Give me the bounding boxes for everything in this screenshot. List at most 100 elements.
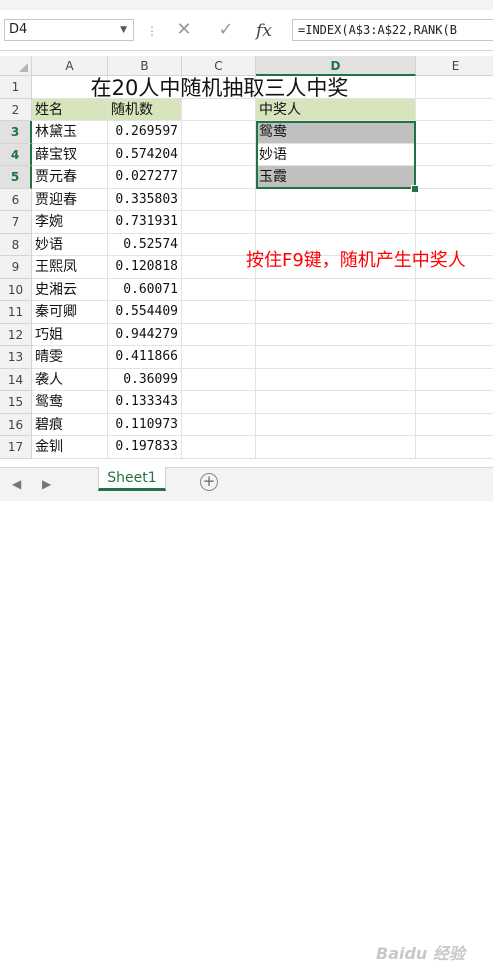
row-header[interactable]: 5 <box>0 166 32 189</box>
fill-handle[interactable] <box>411 185 419 193</box>
empty-cell[interactable] <box>416 189 493 211</box>
empty-cell[interactable] <box>416 99 493 121</box>
empty-cell[interactable] <box>416 279 493 301</box>
empty-cell[interactable] <box>256 211 416 234</box>
name-cell[interactable]: 史湘云 <box>32 278 108 301</box>
row-header[interactable]: 1 <box>0 76 32 99</box>
empty-cell[interactable] <box>182 391 256 414</box>
name-box[interactable]: D4 ▼ <box>4 19 134 41</box>
empty-cell[interactable] <box>416 166 493 189</box>
random-value-cell[interactable]: 0.944279 <box>108 323 182 346</box>
column-header-c[interactable]: C <box>182 56 256 76</box>
empty-cell[interactable] <box>182 368 256 391</box>
name-cell[interactable]: 晴雯 <box>32 346 108 369</box>
empty-cell[interactable] <box>182 188 256 211</box>
name-cell[interactable]: 王熙凤 <box>32 256 108 279</box>
empty-cell[interactable] <box>182 278 256 301</box>
header-winner-cell[interactable]: 中奖人 <box>256 98 416 121</box>
random-value-cell[interactable]: 0.554409 <box>108 301 182 324</box>
row-header[interactable]: 11 <box>0 301 32 324</box>
empty-cell[interactable] <box>182 233 256 256</box>
random-value-cell[interactable]: 0.197833 <box>108 436 182 459</box>
empty-cell[interactable] <box>182 166 256 189</box>
select-all-button[interactable] <box>0 56 32 76</box>
name-cell[interactable]: 林黛玉 <box>32 121 108 144</box>
confirm-icon[interactable]: ✓ <box>212 21 240 39</box>
formula-input[interactable]: =INDEX(A$3:A$22,RANK(B <box>292 19 493 41</box>
empty-cell[interactable] <box>256 346 416 369</box>
name-cell[interactable]: 李婉 <box>32 211 108 234</box>
row-header[interactable]: 2 <box>0 98 32 121</box>
random-value-cell[interactable]: 0.133343 <box>108 391 182 414</box>
row-header[interactable]: 7 <box>0 211 32 234</box>
empty-cell[interactable] <box>256 413 416 436</box>
empty-cell[interactable] <box>182 323 256 346</box>
name-cell[interactable]: 秦可卿 <box>32 301 108 324</box>
empty-cell[interactable] <box>256 301 416 324</box>
row-header[interactable]: 10 <box>0 278 32 301</box>
random-value-cell[interactable]: 0.120818 <box>108 256 182 279</box>
empty-cell[interactable] <box>416 144 493 166</box>
row-header[interactable]: 16 <box>0 413 32 436</box>
row-header[interactable]: 9 <box>0 256 32 279</box>
empty-cell[interactable] <box>416 346 493 369</box>
cancel-icon[interactable]: ✕ <box>170 21 198 39</box>
header-name-cell[interactable]: 姓名 <box>32 98 108 121</box>
empty-cell[interactable] <box>416 211 493 234</box>
tab-sheet1[interactable]: Sheet1 <box>98 467 166 491</box>
name-cell[interactable]: 金钏 <box>32 436 108 459</box>
name-cell[interactable]: 薛宝钗 <box>32 143 108 166</box>
name-cell[interactable]: 贾迎春 <box>32 188 108 211</box>
empty-cell[interactable] <box>416 369 493 391</box>
empty-cell[interactable] <box>256 188 416 211</box>
row-header[interactable]: 8 <box>0 233 32 256</box>
row-header[interactable]: 15 <box>0 391 32 414</box>
row-header[interactable]: 17 <box>0 436 32 459</box>
empty-cell[interactable] <box>182 256 256 279</box>
empty-cell[interactable] <box>182 413 256 436</box>
random-value-cell[interactable]: 0.411866 <box>108 346 182 369</box>
name-cell[interactable]: 贾元春 <box>32 166 108 189</box>
insert-function-button[interactable]: fx <box>256 21 272 41</box>
random-value-cell[interactable]: 0.731931 <box>108 211 182 234</box>
random-value-cell[interactable]: 0.269597 <box>108 121 182 144</box>
empty-cell[interactable] <box>256 391 416 414</box>
scroll-left-icon[interactable]: ◀ <box>12 477 21 491</box>
empty-cell[interactable] <box>416 301 493 324</box>
empty-cell[interactable] <box>182 121 256 144</box>
name-cell[interactable]: 鸳鸯 <box>32 391 108 414</box>
row-header[interactable]: 13 <box>0 346 32 369</box>
empty-cell[interactable] <box>416 436 493 459</box>
empty-cell[interactable] <box>182 98 256 121</box>
chevron-down-icon[interactable]: ▼ <box>120 20 127 40</box>
column-header-a[interactable]: A <box>32 56 108 76</box>
column-header-b[interactable]: B <box>108 56 182 76</box>
empty-cell[interactable] <box>182 346 256 369</box>
empty-cell[interactable] <box>416 391 493 414</box>
cell-title-row[interactable] <box>416 76 493 99</box>
empty-cell[interactable] <box>256 436 416 459</box>
empty-cell[interactable] <box>416 414 493 436</box>
column-header-e[interactable]: E <box>416 56 493 76</box>
empty-cell[interactable] <box>256 368 416 391</box>
random-value-cell[interactable]: 0.36099 <box>108 368 182 391</box>
empty-cell[interactable] <box>182 143 256 166</box>
winner-cell[interactable]: 妙语 <box>256 143 416 166</box>
row-header[interactable]: 3 <box>0 121 32 144</box>
name-cell[interactable]: 巧姐 <box>32 323 108 346</box>
header-random-cell[interactable]: 随机数 <box>108 98 182 121</box>
row-header[interactable]: 12 <box>0 323 32 346</box>
empty-cell[interactable] <box>256 323 416 346</box>
name-cell[interactable]: 袭人 <box>32 368 108 391</box>
random-value-cell[interactable]: 0.60071 <box>108 278 182 301</box>
row-header[interactable]: 6 <box>0 188 32 211</box>
name-cell[interactable]: 妙语 <box>32 233 108 256</box>
empty-cell[interactable] <box>182 211 256 234</box>
random-value-cell[interactable]: 0.335803 <box>108 188 182 211</box>
empty-cell[interactable] <box>416 324 493 346</box>
random-value-cell[interactable]: 0.574204 <box>108 143 182 166</box>
empty-cell[interactable] <box>182 436 256 459</box>
random-value-cell[interactable]: 0.027277 <box>108 166 182 189</box>
random-value-cell[interactable]: 0.52574 <box>108 233 182 256</box>
row-header[interactable]: 14 <box>0 368 32 391</box>
